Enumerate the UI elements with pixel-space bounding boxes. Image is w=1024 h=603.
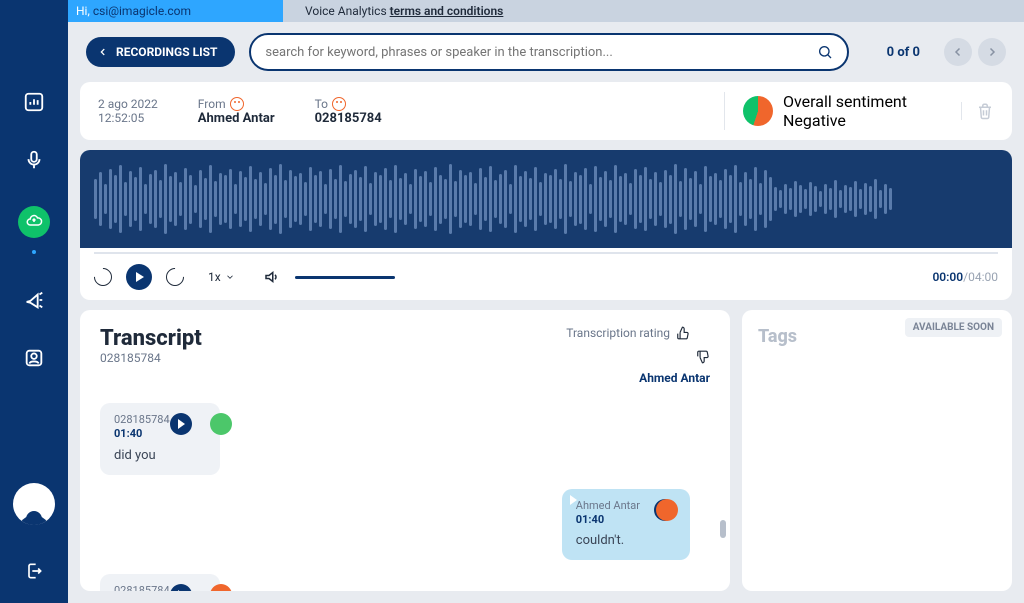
- sentiment-block: Overall sentiment Negative: [724, 92, 907, 130]
- transcript-id: 028185784: [100, 351, 202, 365]
- play-segment-button[interactable]: [170, 584, 192, 591]
- from-block: From Ahmed Antar: [198, 97, 275, 126]
- forward-button[interactable]: [162, 264, 187, 289]
- active-indicator-dot: [32, 250, 36, 254]
- topbar: Hi,csi@imagicle.com Voice Analytics term…: [68, 0, 1024, 22]
- prev-result-button[interactable]: [944, 38, 972, 66]
- player-controls: 1x 00:00/04:00: [80, 254, 1012, 300]
- delete-button[interactable]: [961, 102, 994, 120]
- emotion-icon: [656, 499, 678, 521]
- mic-icon[interactable]: [22, 148, 46, 172]
- emotion-icon: [210, 584, 232, 591]
- transcript-bubble: Ahmed Antar01:40couldn't.: [562, 489, 690, 561]
- volume-icon[interactable]: [263, 268, 281, 286]
- transcript-panel: Transcript 028185784 Transcription ratin…: [80, 310, 730, 591]
- tags-panel: AVAILABLE SOON Tags: [742, 310, 1012, 591]
- transcript-bubble: 02818578401:40stop?: [100, 574, 220, 591]
- emotion-icon: [210, 413, 232, 435]
- thumbs-down-button[interactable]: [696, 326, 710, 340]
- waveform[interactable]: [80, 150, 1012, 248]
- chevron-down-icon: [225, 272, 235, 282]
- scrollbar-thumb[interactable]: [720, 520, 726, 538]
- recordings-list-button[interactable]: RECORDINGS LIST: [86, 37, 235, 67]
- user-avatar[interactable]: [13, 483, 55, 525]
- logout-icon[interactable]: [22, 559, 46, 583]
- sad-face-icon: [230, 97, 244, 111]
- terms-link-area: Voice Analytics terms and conditions: [305, 4, 503, 18]
- announce-icon[interactable]: [22, 288, 46, 312]
- result-count: 0 of 0: [887, 45, 920, 60]
- cloud-upload-icon[interactable]: [18, 206, 50, 238]
- available-soon-badge: AVAILABLE SOON: [905, 318, 1002, 337]
- terms-link[interactable]: terms and conditions: [390, 4, 504, 18]
- recording-info-card: 2 ago 2022 12:52:05 From Ahmed Antar To …: [80, 82, 1012, 140]
- greeting: Hi,csi@imagicle.com: [68, 0, 283, 22]
- sad-face-icon: [332, 97, 346, 111]
- transcript-bubble: 02818578401:40did you: [100, 403, 220, 475]
- play-button[interactable]: [126, 264, 152, 290]
- speed-toggle[interactable]: 1x: [208, 270, 235, 284]
- toolbar: RECORDINGS LIST 0 of 0: [68, 22, 1024, 82]
- sidebar: [0, 0, 68, 603]
- transcript-title: Transcript: [100, 326, 202, 351]
- search-box[interactable]: [249, 33, 849, 71]
- analytics-icon[interactable]: [22, 90, 46, 114]
- date-block: 2 ago 2022 12:52:05: [98, 97, 158, 125]
- transcription-rating: Transcription rating: [566, 326, 710, 340]
- search-input[interactable]: [265, 45, 817, 60]
- to-block: To 028185784: [315, 97, 382, 126]
- time-display: 00:00/04:00: [932, 270, 998, 284]
- rewind-button[interactable]: [90, 264, 115, 289]
- volume-slider[interactable]: [295, 276, 395, 279]
- speaker-label: Ahmed Antar: [100, 371, 710, 385]
- thumbs-up-button[interactable]: [676, 326, 690, 340]
- next-result-button[interactable]: [978, 38, 1006, 66]
- waveform-card: 1x 00:00/04:00: [80, 150, 1012, 300]
- search-icon: [817, 44, 833, 60]
- play-segment-button[interactable]: [170, 413, 192, 435]
- sentiment-pie-icon: [743, 96, 773, 126]
- contact-icon[interactable]: [22, 346, 46, 370]
